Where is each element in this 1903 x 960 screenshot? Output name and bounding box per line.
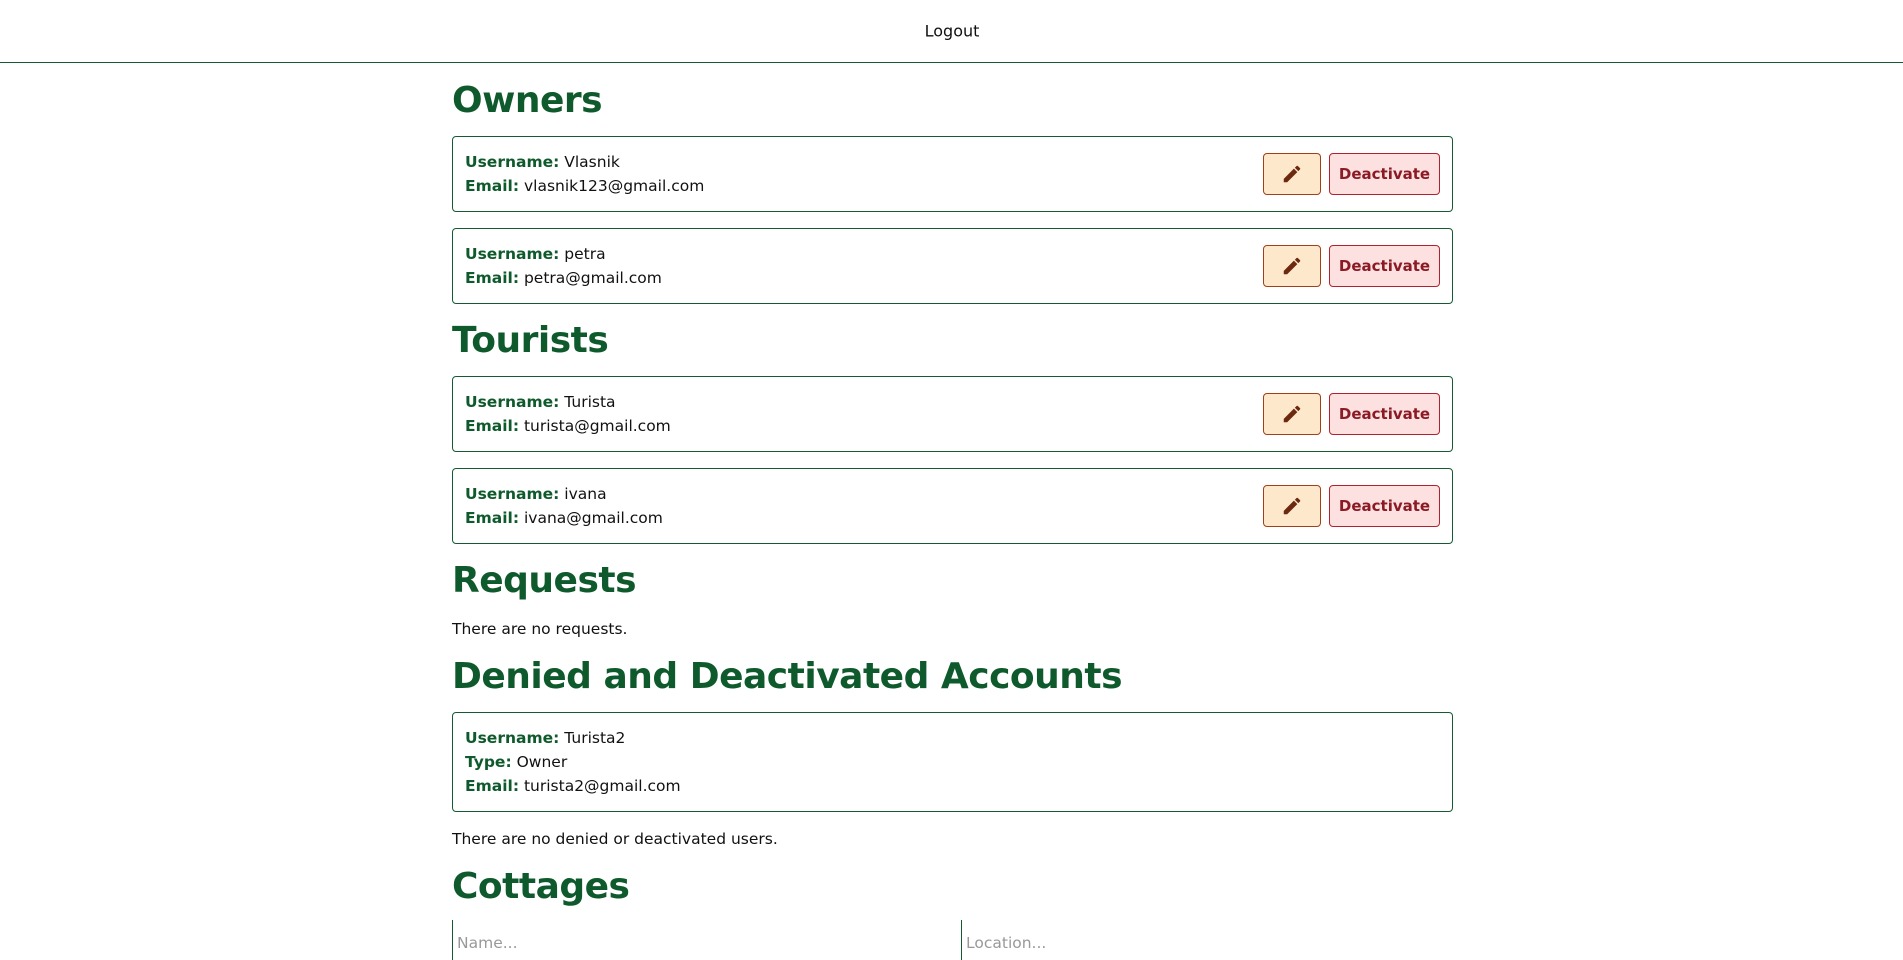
requests-heading: Requests — [452, 560, 637, 601]
cottage-location-filter-input[interactable] — [961, 920, 1451, 960]
denied-email-row: Email: turista2@gmail.com — [465, 774, 1440, 798]
username-label: Username: — [465, 729, 560, 747]
owner-username-value: Vlasnik — [564, 153, 620, 171]
card-actions: Deactivate — [1263, 245, 1440, 287]
email-label: Email: — [465, 269, 520, 287]
requests-empty-text: There are no requests. — [452, 620, 628, 638]
edit-button[interactable] — [1263, 485, 1321, 527]
edit-button[interactable] — [1263, 245, 1321, 287]
email-label: Email: — [465, 417, 520, 435]
edit-button[interactable] — [1263, 393, 1321, 435]
deactivate-button[interactable]: Deactivate — [1329, 153, 1440, 195]
owner-email-value: petra@gmail.com — [523, 269, 662, 287]
cottage-name-filter-input[interactable] — [452, 920, 952, 960]
edit-pencil-icon — [1283, 497, 1301, 515]
denied-username-row: Username: Turista2 — [465, 726, 1440, 750]
username-label: Username: — [465, 153, 560, 171]
logout-link[interactable]: Logout — [925, 22, 980, 41]
tourist-card: Username: Turista Email: turista@gmail.c… — [452, 376, 1453, 452]
owner-username-value: petra — [564, 245, 606, 263]
denied-empty-text: There are no denied or deactivated users… — [452, 830, 778, 848]
deactivate-button[interactable]: Deactivate — [1329, 393, 1440, 435]
deactivate-button[interactable]: Deactivate — [1329, 485, 1440, 527]
denied-type-value: Owner — [516, 753, 568, 771]
owner-card: Username: Vlasnik Email: vlasnik123@gmai… — [452, 136, 1453, 212]
denied-type-row: Type: Owner — [465, 750, 1440, 774]
edit-pencil-icon — [1283, 257, 1301, 275]
denied-heading: Denied and Deactivated Accounts — [452, 656, 1123, 697]
edit-pencil-icon — [1283, 165, 1301, 183]
denied-email-value: turista2@gmail.com — [523, 777, 681, 795]
username-label: Username: — [465, 485, 560, 503]
denied-card: Username: Turista2 Type: Owner Email: tu… — [452, 712, 1453, 812]
owner-card: Username: petra Email: petra@gmail.com D… — [452, 228, 1453, 304]
owners-heading: Owners — [452, 80, 603, 121]
email-label: Email: — [465, 177, 520, 195]
tourist-email-value: turista@gmail.com — [523, 417, 671, 435]
tourist-username-value: Turista — [564, 393, 616, 411]
username-label: Username: — [465, 245, 560, 263]
denied-username-value: Turista2 — [564, 729, 626, 747]
edit-pencil-icon — [1283, 405, 1301, 423]
cottages-heading: Cottages — [452, 866, 630, 907]
email-label: Email: — [465, 777, 520, 795]
card-actions: Deactivate — [1263, 153, 1440, 195]
tourist-card: Username: ivana Email: ivana@gmail.com D… — [452, 468, 1453, 544]
edit-button[interactable] — [1263, 153, 1321, 195]
card-actions: Deactivate — [1263, 393, 1440, 435]
username-label: Username: — [465, 393, 560, 411]
owner-email-value: vlasnik123@gmail.com — [523, 177, 705, 195]
email-label: Email: — [465, 509, 520, 527]
deactivate-button[interactable]: Deactivate — [1329, 245, 1440, 287]
top-navbar: Logout — [0, 0, 1903, 63]
type-label: Type: — [465, 753, 512, 771]
tourist-username-value: ivana — [564, 485, 607, 503]
cottage-filter-row — [452, 920, 1453, 960]
tourists-heading: Tourists — [452, 320, 609, 361]
card-actions: Deactivate — [1263, 485, 1440, 527]
tourist-email-value: ivana@gmail.com — [523, 509, 663, 527]
